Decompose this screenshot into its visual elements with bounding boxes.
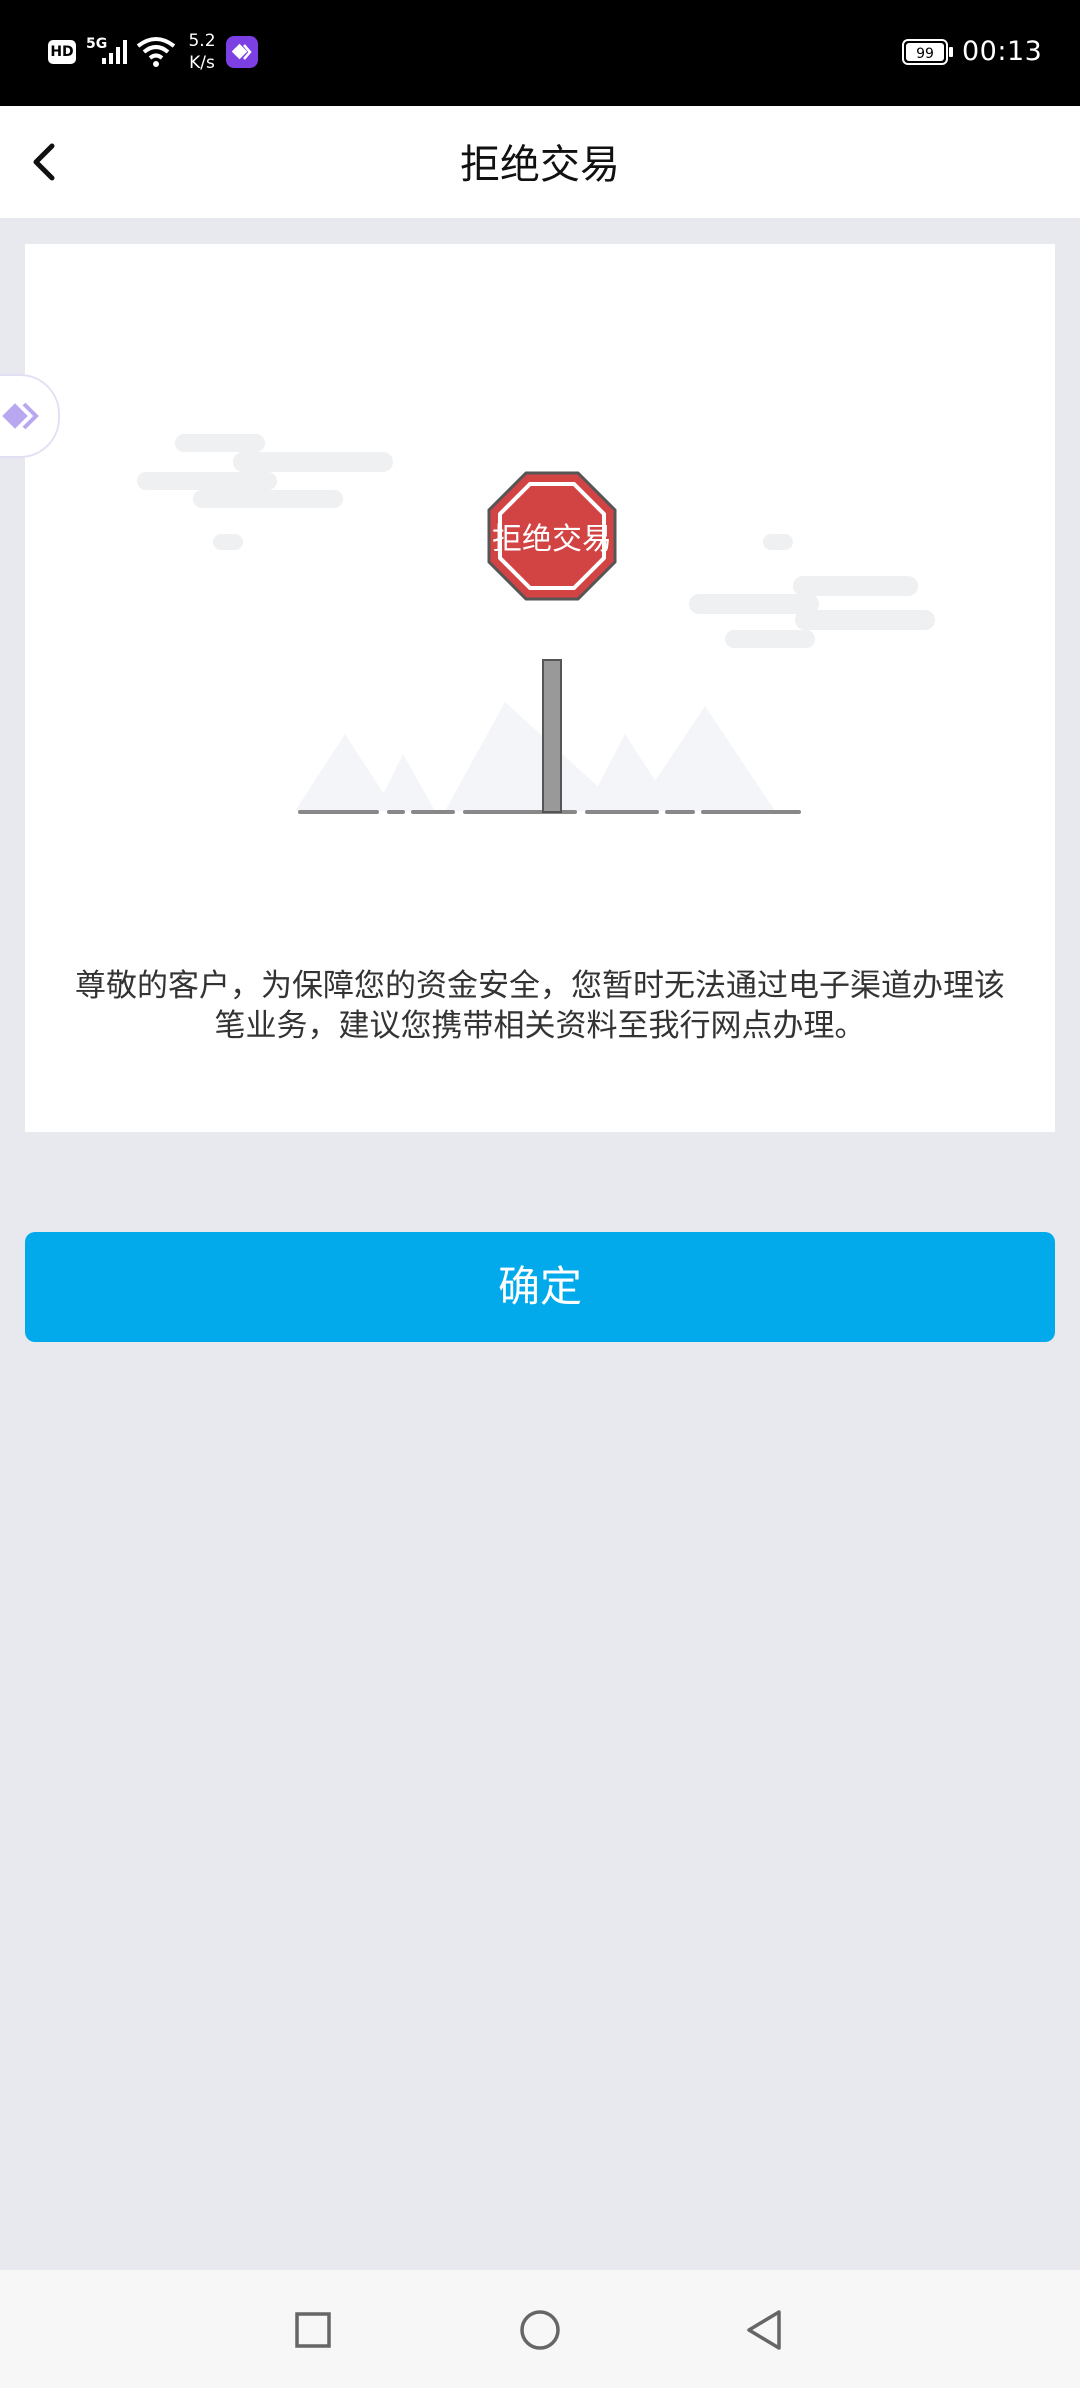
floating-assistant-button[interactable] xyxy=(0,374,60,458)
stop-sign: 拒绝交易 xyxy=(487,471,617,601)
reject-message: 尊敬的客户，为保障您的资金安全，您暂时无法通过电子渠道办理该笔业务，建议您携带相… xyxy=(75,968,1005,1044)
back-icon xyxy=(747,2310,781,2350)
result-card: 拒绝交易 尊敬的客户，为保障您的资金安全，您暂时无法通过电子渠道办理该笔业务，建… xyxy=(25,244,1055,1132)
page-title: 拒绝交易 xyxy=(460,142,620,188)
network-speed: 5.2 K/s xyxy=(182,30,222,74)
hd-icon: HD xyxy=(48,40,76,64)
sign-text: 拒绝交易 xyxy=(492,522,612,557)
cloud-right xyxy=(689,534,935,648)
home-button[interactable] xyxy=(510,2300,570,2360)
signal-icon xyxy=(102,40,127,64)
sign-pole xyxy=(542,659,562,813)
nav-back-button[interactable] xyxy=(735,2300,795,2360)
diamond-arrow-icon xyxy=(2,402,39,430)
home-icon xyxy=(520,2310,560,2350)
navigation-bar xyxy=(0,2270,1080,2388)
recent-apps-button[interactable] xyxy=(283,2300,343,2360)
battery-level: 99 xyxy=(916,46,934,62)
confirm-button[interactable]: 确定 xyxy=(25,1232,1055,1342)
recent-apps-icon xyxy=(295,2312,331,2348)
mountains xyxy=(295,702,775,811)
wifi-icon xyxy=(136,37,176,67)
app-icon xyxy=(226,36,258,68)
reject-illustration: 拒绝交易 xyxy=(137,434,935,814)
cloud-left xyxy=(137,434,393,550)
clock: 00:13 xyxy=(962,36,1043,67)
header-bar: 拒绝交易 xyxy=(0,106,1080,218)
speed-unit: K/s xyxy=(189,53,215,73)
status-bar: HD 5G 5.2 K/s 99 00:13 xyxy=(0,0,1080,106)
speed-value: 5.2 xyxy=(188,31,216,51)
battery-icon: 99 xyxy=(902,38,954,70)
